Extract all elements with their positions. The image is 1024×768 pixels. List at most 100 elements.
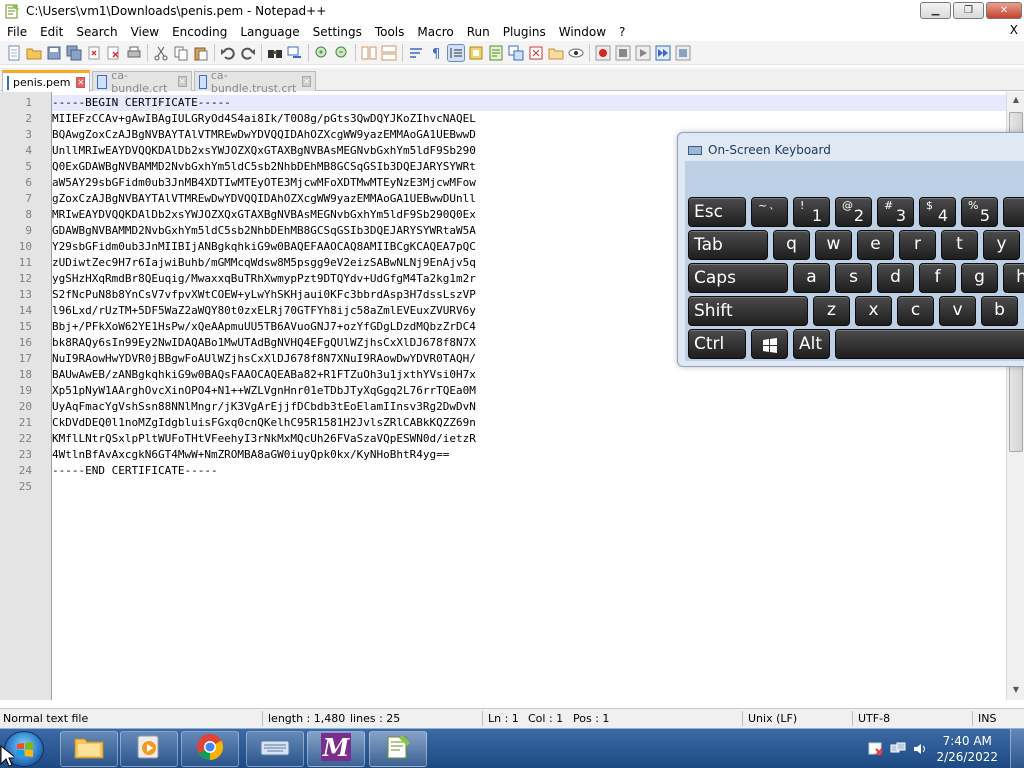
key-6[interactable] [1003, 197, 1024, 227]
zoom-in-icon[interactable] [314, 45, 330, 61]
code-line[interactable]: UyAqFmacYgVshSsn88NNlMngr/jK3VgArEjjfDCb… [52, 399, 1006, 415]
taskbar-app-m[interactable]: M [307, 731, 365, 767]
tab-penis-pem[interactable]: penis.pem ✕ [2, 70, 90, 92]
taskbar-explorer[interactable] [60, 731, 118, 767]
menu-file[interactable]: File [0, 25, 33, 39]
close-button[interactable]: ✕ [986, 2, 1022, 19]
taskbar-on-screen-keyboard[interactable] [246, 731, 304, 767]
line-number[interactable]: 22 [0, 431, 52, 447]
line-number[interactable]: 13 [0, 287, 52, 303]
show-desktop-button[interactable] [1010, 729, 1024, 768]
status-encoding[interactable]: UTF-8 [858, 712, 890, 725]
undo-icon[interactable] [220, 45, 236, 61]
menu-search[interactable]: Search [69, 25, 123, 39]
find-icon[interactable] [267, 45, 283, 61]
key-f[interactable]: f [919, 263, 956, 293]
line-number[interactable]: 1 [0, 95, 52, 111]
line-number[interactable]: 4 [0, 143, 52, 159]
maximize-button[interactable]: ❐ [953, 2, 984, 19]
line-number[interactable]: 2 [0, 111, 52, 127]
monitoring-icon[interactable] [568, 45, 584, 61]
code-line[interactable]: CkDVdDEQ0l1noMZgIdgbluisFGxq0cnQKelhC95R… [52, 415, 1006, 431]
line-number[interactable]: 3 [0, 127, 52, 143]
line-number[interactable]: 18 [0, 367, 52, 383]
key-q[interactable]: q [773, 230, 810, 260]
key-h[interactable]: h [1003, 263, 1024, 293]
stop-macro-icon[interactable] [615, 45, 631, 61]
line-number[interactable]: 20 [0, 399, 52, 415]
key-s[interactable]: s [835, 263, 872, 293]
tab-close-icon[interactable]: ✕ [76, 77, 86, 88]
line-number[interactable]: 17 [0, 351, 52, 367]
close-all-icon[interactable] [106, 45, 122, 61]
key-x[interactable]: x [855, 296, 892, 326]
line-number[interactable]: 7 [0, 191, 52, 207]
code-line[interactable]: -----BEGIN CERTIFICATE----- [52, 95, 1006, 111]
line-number[interactable]: 14 [0, 303, 52, 319]
key-1[interactable]: ! 1 [793, 197, 830, 227]
paste-icon[interactable] [193, 45, 209, 61]
menu-language[interactable]: Language [233, 25, 305, 39]
redo-icon[interactable] [240, 45, 256, 61]
scroll-up-icon[interactable]: ▲ [1010, 95, 1022, 107]
code-line[interactable] [52, 479, 1006, 495]
save-icon[interactable] [46, 45, 62, 61]
key-t[interactable]: t [941, 230, 978, 260]
line-number[interactable]: 25 [0, 479, 52, 495]
cut-icon[interactable] [153, 45, 169, 61]
status-insert-mode[interactable]: INS [978, 712, 996, 725]
key-r[interactable]: r [899, 230, 936, 260]
line-number[interactable]: 24 [0, 463, 52, 479]
doc-map-icon[interactable] [488, 45, 504, 61]
run-macro-multiple-icon[interactable] [655, 45, 671, 61]
key-shift[interactable]: Shift [688, 296, 808, 326]
menu-settings[interactable]: Settings [306, 25, 368, 39]
key-v[interactable]: v [939, 296, 976, 326]
code-line[interactable]: -----END CERTIFICATE----- [52, 463, 1006, 479]
line-number[interactable]: 12 [0, 271, 52, 287]
key-w[interactable]: w [815, 230, 852, 260]
key-esc[interactable]: Esc [688, 197, 746, 227]
taskbar-notepadpp[interactable] [369, 731, 427, 767]
key-space[interactable] [835, 329, 1024, 359]
key-ctrl[interactable]: Ctrl [688, 329, 746, 359]
menu-help[interactable]: ? [612, 25, 631, 39]
menu-view[interactable]: View [124, 25, 165, 39]
line-number-gutter[interactable]: 1 2 3 4 5 6 7 8 9 10 11 12 13 14 15 16 17 18 19 20 21 22 23 24 2… [0, 92, 52, 700]
key-tilde[interactable]: ~ ` [751, 197, 788, 227]
menu-edit[interactable]: Edit [33, 25, 69, 39]
key-3[interactable]: #3 [877, 197, 914, 227]
save-macro-icon[interactable] [675, 45, 691, 61]
network-icon[interactable] [890, 741, 906, 757]
line-number[interactable]: 5 [0, 159, 52, 175]
line-number[interactable]: 10 [0, 239, 52, 255]
line-number[interactable]: 16 [0, 335, 52, 351]
doc-list-icon[interactable] [508, 45, 524, 61]
menu-tools[interactable]: Tools [368, 25, 411, 39]
key-5[interactable]: % 5 [961, 197, 998, 227]
menu-window[interactable]: Window [552, 25, 612, 39]
open-file-icon[interactable] [26, 45, 42, 61]
action-center-icon[interactable] [868, 741, 884, 757]
save-all-icon[interactable] [66, 45, 82, 61]
sync-vertical-icon[interactable] [361, 45, 377, 61]
code-line[interactable]: KMflLNtrQSxlpPltWUFoTHtVFeehyI3rNkMxMQcU… [52, 431, 1006, 447]
line-number[interactable]: 15 [0, 319, 52, 335]
user-language-icon[interactable] [468, 45, 484, 61]
taskbar-media-player[interactable] [120, 731, 178, 767]
menu-encoding[interactable]: Encoding [165, 25, 233, 39]
key-caps[interactable]: Caps [688, 263, 788, 293]
key-e[interactable]: e [857, 230, 894, 260]
key-z[interactable]: z [813, 296, 850, 326]
print-icon[interactable] [126, 45, 142, 61]
sync-horizontal-icon[interactable] [381, 45, 397, 61]
key-d[interactable]: d [877, 263, 914, 293]
key-y[interactable]: y [983, 230, 1020, 260]
volume-icon[interactable] [912, 741, 928, 757]
copy-icon[interactable] [173, 45, 189, 61]
key-2[interactable]: @2 [835, 197, 872, 227]
tab-close-icon[interactable]: ✕ [302, 76, 311, 87]
code-line[interactable]: BAUwAwEB/zANBgkqhkiG9w0BAQsFAAOCAQEABa82… [52, 367, 1006, 383]
clock[interactable]: 7:40 AM 2/26/2022 [936, 733, 998, 765]
menu-run[interactable]: Run [460, 25, 496, 39]
